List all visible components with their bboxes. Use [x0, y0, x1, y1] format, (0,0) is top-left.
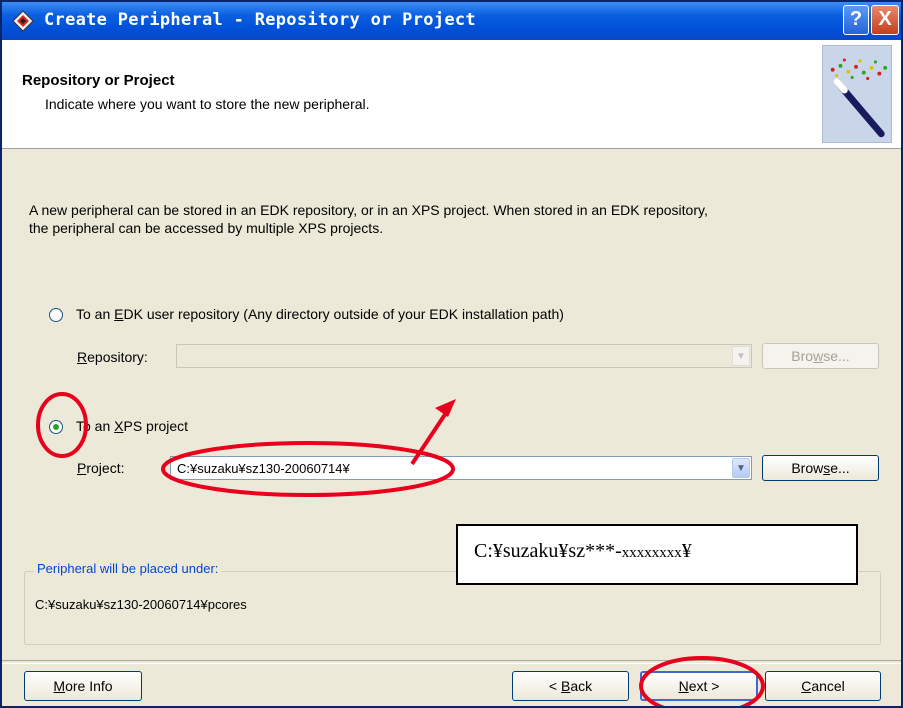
wizard-content: A new peripheral can be stored in an EDK… [2, 149, 901, 706]
wizard-header: Repository or Project Indicate where you… [2, 40, 901, 149]
title-bar[interactable]: Create Peripheral - Repository or Projec… [2, 2, 901, 40]
next-button[interactable]: Next > [640, 671, 758, 701]
radio-edk-repository-label[interactable]: To an EDK user repository (Any directory… [76, 306, 564, 322]
radio-xps-project-label[interactable]: To an XPS project [76, 418, 188, 434]
magic-wand-icon [822, 45, 892, 143]
placement-legend: Peripheral will be placed under: [34, 561, 222, 576]
cancel-button[interactable]: Cancel [765, 671, 881, 701]
project-value[interactable]: C:¥suzaku¥sz130-20060714¥ [177, 461, 350, 476]
back-button[interactable]: < Back [512, 671, 629, 701]
footer-divider [2, 660, 901, 664]
page-subtitle: Indicate where you want to store the new… [45, 96, 370, 112]
project-combobox[interactable]: C:¥suzaku¥sz130-20060714¥ ▼ [170, 456, 752, 480]
app-icon [12, 10, 34, 32]
dialog-window: Create Peripheral - Repository or Projec… [0, 0, 903, 708]
placement-path: C:¥suzaku¥sz130-20060714¥pcores [35, 597, 247, 612]
repository-browse-button[interactable]: Browse... [762, 343, 879, 369]
radio-edk-repository[interactable] [49, 308, 63, 322]
project-browse-button[interactable]: Browse... [762, 455, 879, 481]
chevron-down-icon[interactable]: ▼ [732, 458, 750, 478]
help-button[interactable]: ? [843, 5, 869, 35]
description-line-2: the peripheral can be accessed by multip… [29, 220, 384, 236]
radio-xps-project[interactable] [49, 420, 63, 434]
chevron-down-icon[interactable]: ▼ [732, 346, 750, 366]
more-info-button[interactable]: More Info [24, 671, 142, 701]
close-button[interactable]: X [871, 5, 899, 35]
repository-combobox[interactable]: ▼ [176, 344, 752, 368]
annotation-text: C:¥suzaku¥sz***-xxxxxxxx¥ [474, 540, 692, 562]
repository-label: Repository: [77, 349, 148, 365]
annotation-callout: C:¥suzaku¥sz***-xxxxxxxx¥ [456, 524, 858, 585]
project-label: Project: [77, 460, 125, 476]
page-title: Repository or Project [22, 72, 175, 89]
window-title: Create Peripheral - Repository or Projec… [44, 10, 476, 30]
description-line-1: A new peripheral can be stored in an EDK… [29, 202, 708, 218]
